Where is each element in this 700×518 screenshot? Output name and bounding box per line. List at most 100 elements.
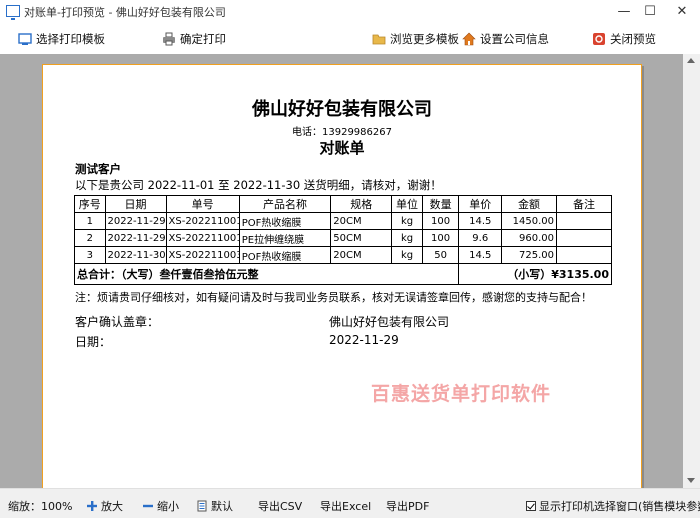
column-header: 产品名称 [238, 195, 332, 213]
cell-amount: 725.00 [501, 246, 557, 264]
close-preview-button[interactable]: 关闭预览 [592, 30, 656, 48]
window-title: 对账单-打印预览 - 佛山好好包装有限公司 [24, 6, 226, 19]
plus-icon [87, 501, 97, 511]
show-printer-window-checkbox[interactable]: 显示打印机选择窗口(销售模块参数 [526, 498, 700, 514]
browse-templates-button[interactable]: 浏览更多模板 [372, 30, 459, 48]
cell-price: 9.6 [458, 229, 503, 247]
zoom-in-button[interactable]: 放大 [86, 498, 123, 514]
toolbar: 选择打印模板 确定打印 浏览更多模板 设置公司信息 关闭预览 [0, 24, 700, 54]
customer-confirm-label: 客户确认盖章： [75, 315, 160, 329]
table-row: 3 2022-11-30 XS-202211003 POF热收缩膜 20CM k… [74, 246, 612, 264]
document-title: 对账单 [319, 139, 365, 157]
cell-price: 14.5 [458, 212, 503, 230]
cell-amount: 960.00 [501, 229, 557, 247]
cell-date: 2022-11-29 [104, 212, 167, 230]
cell-date: 2022-11-30 [104, 246, 167, 264]
printer-icon [163, 32, 175, 46]
checkbox-checked-icon [526, 501, 536, 511]
cell-spec: 50CM [330, 229, 393, 247]
title-bar: 对账单-打印预览 - 佛山好好包装有限公司 — ☐ ✕ [0, 0, 700, 24]
column-header: 序号 [74, 195, 106, 213]
cell-date: 2022-11-29 [104, 229, 167, 247]
table-header-row: 序号 日期 单号 产品名称 规格 单位 数量 单价 金额 备注 [74, 195, 612, 213]
cell-unit: kg [391, 229, 423, 247]
monitor-icon [6, 5, 20, 20]
cell-remark [556, 212, 612, 230]
cell-order: XS-202211001 [165, 229, 240, 247]
cell-spec: 20CM [330, 246, 393, 264]
cell-product: PE拉伸缠绕膜 [238, 229, 332, 247]
column-header: 单位 [391, 195, 423, 213]
zoom-out-label: 缩小 [157, 500, 179, 513]
signing-company: 佛山好好包装有限公司 [329, 315, 450, 329]
cell-no: 3 [74, 246, 106, 264]
watermark: 百惠送货单打印软件 [371, 383, 552, 405]
cell-qty: 100 [421, 229, 460, 247]
column-header: 数量 [421, 195, 460, 213]
minimize-button[interactable]: — [612, 2, 636, 22]
cell-qty: 100 [421, 212, 460, 230]
table-row: 1 2022-11-29 XS-202211001 POF热收缩膜 20CM k… [74, 212, 612, 230]
company-settings-label: 设置公司信息 [480, 32, 549, 46]
maximize-button[interactable]: ☐ [638, 2, 662, 22]
statement-intro: 以下是贵公司 2022-11-01 至 2022-11-30 送货明细，请核对，… [75, 178, 442, 192]
status-bar: 缩放：100% 放大 缩小 默认 导出CSV 导出Excel 导出PDF 显示打… [0, 488, 700, 518]
company-settings-button[interactable]: 设置公司信息 [462, 30, 549, 48]
date-value: 2022-11-29 [329, 333, 399, 347]
cell-remark [556, 246, 612, 264]
export-excel-button[interactable]: 导出Excel [320, 498, 371, 514]
page-icon [197, 500, 207, 512]
cell-spec: 20CM [330, 212, 393, 230]
total-upper: 总合计：（大写）叁仟壹佰叁拾伍元整 [73, 263, 460, 285]
minus-icon [143, 504, 153, 508]
zoom-out-button[interactable]: 缩小 [142, 498, 179, 514]
show-printer-window-label: 显示打印机选择窗口(销售模块参数 [539, 500, 700, 513]
cell-unit: kg [391, 212, 423, 230]
close-button[interactable]: ✕ [670, 2, 694, 22]
zoom-in-label: 放大 [101, 500, 123, 513]
cell-remark [556, 229, 612, 247]
scroll-up-arrow[interactable] [687, 58, 695, 63]
home-icon [462, 32, 476, 46]
table-row: 2 2022-11-29 XS-202211001 PE拉伸缠绕膜 50CM k… [74, 229, 612, 247]
select-template-button[interactable]: 选择打印模板 [18, 30, 105, 48]
cell-price: 14.5 [458, 246, 503, 264]
cell-order: XS-202211003 [165, 246, 240, 264]
cell-product: POF热收缩膜 [238, 212, 332, 230]
preview-page: 佛山好好包装有限公司 电话：13929986267 对账单 测试客户 以下是贵公… [42, 64, 642, 488]
template-icon [18, 33, 32, 45]
total-lower: （小写）¥3135.00 [458, 263, 612, 285]
cell-order: XS-202211001 [165, 212, 240, 230]
company-phone: 电话：13929986267 [292, 127, 392, 138]
export-pdf-button[interactable]: 导出PDF [386, 498, 429, 514]
vertical-scrollbar[interactable] [683, 54, 700, 488]
cell-no: 2 [74, 229, 106, 247]
customer-name: 测试客户 [75, 162, 121, 176]
close-preview-label: 关闭预览 [610, 32, 656, 46]
export-csv-button[interactable]: 导出CSV [258, 498, 302, 514]
folder-icon [372, 34, 386, 45]
cell-amount: 1450.00 [501, 212, 557, 230]
statement-note: 注：烦请贵司仔细核对，如有疑问请及时与我司业务员联系，核对无误请签章回传，感谢您… [75, 291, 592, 304]
total-row: 总合计：（大写）叁仟壹佰叁拾伍元整 （小写）¥3135.00 [73, 263, 612, 285]
company-name: 佛山好好包装有限公司 [252, 99, 432, 120]
cell-qty: 50 [421, 246, 460, 264]
column-header: 规格 [330, 195, 393, 213]
cell-unit: kg [391, 246, 423, 264]
scroll-down-arrow[interactable] [687, 478, 695, 483]
items-table: 序号 日期 单号 产品名称 规格 单位 数量 单价 金额 备注 1 2022-1… [73, 195, 612, 285]
cell-product: POF热收缩膜 [238, 246, 332, 264]
cell-no: 1 [74, 212, 106, 230]
zoom-level: 缩放：100% [8, 500, 73, 513]
column-header: 日期 [104, 195, 167, 213]
confirm-print-label: 确定打印 [180, 32, 226, 46]
column-header: 单价 [458, 195, 503, 213]
column-header: 备注 [556, 195, 612, 213]
date-label: 日期： [75, 335, 112, 349]
select-template-label: 选择打印模板 [36, 32, 105, 46]
preview-area[interactable]: 佛山好好包装有限公司 电话：13929986267 对账单 测试客户 以下是贵公… [0, 54, 700, 488]
confirm-print-button[interactable]: 确定打印 [162, 30, 226, 48]
browse-templates-label: 浏览更多模板 [390, 32, 459, 46]
default-zoom-button[interactable]: 默认 [196, 498, 233, 514]
column-header: 金额 [501, 195, 557, 213]
